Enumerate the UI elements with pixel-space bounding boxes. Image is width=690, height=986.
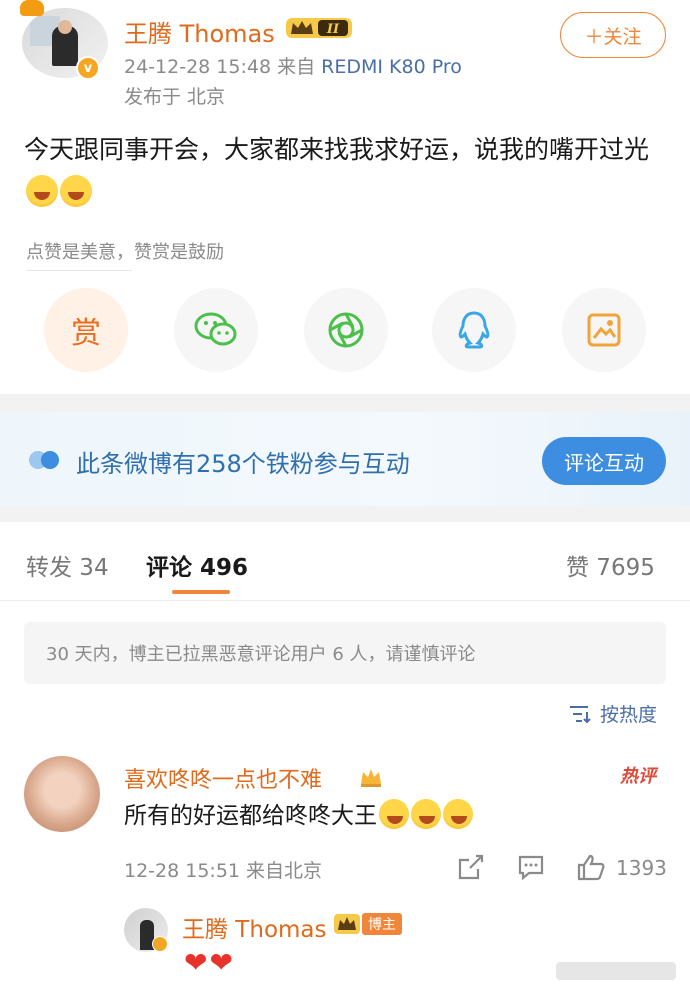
- tab-likes[interactable]: 赞 7695: [566, 548, 655, 582]
- heart-face-emoji-icon: [379, 799, 409, 829]
- commenter-avatar[interactable]: [24, 756, 100, 832]
- reply-text: ❤❤: [184, 946, 235, 979]
- save-image-button[interactable]: [562, 288, 646, 372]
- laugh-cry-emoji-icon: [26, 175, 58, 207]
- post-location: 发布于 北京: [124, 86, 226, 108]
- tab-repost[interactable]: 转发 34: [26, 548, 109, 582]
- blocked-users-notice: 30 天内，博主已拉黑恶意评论用户 6 人，请谨慎评论: [24, 622, 666, 684]
- follow-button[interactable]: ＋关注: [560, 12, 666, 58]
- member-crown-icon[interactable]: II: [286, 16, 352, 40]
- verified-badge-icon: v: [76, 56, 100, 80]
- moments-icon: [328, 312, 364, 348]
- post-date: 24-12-28 15:48: [124, 56, 272, 78]
- comment-meta: 12-28 15:51 来自北京: [124, 860, 323, 882]
- share-wechat-button[interactable]: [174, 288, 258, 372]
- comment-like-count: 1393: [616, 856, 667, 880]
- share-qq-button[interactable]: [432, 288, 516, 372]
- reply-comment-icon[interactable]: [516, 852, 546, 882]
- member-crown-icon: [334, 914, 360, 934]
- from-label: 来自: [277, 56, 316, 78]
- reply-author-name[interactable]: 王腾 Thomas: [182, 910, 327, 944]
- commenter-name[interactable]: 喜欢咚咚一点也不难: [124, 762, 322, 794]
- reward-hint: 点赞是美意，赞赏是鼓励: [26, 242, 224, 263]
- save-image-icon: [587, 313, 621, 347]
- post-text: 今天跟同事开会，大家都来找我求好运，说我的嘴开过光: [24, 135, 650, 164]
- tab-comments[interactable]: 评论 496: [146, 548, 248, 582]
- comment-text: 所有的好运都给咚咚大王: [124, 803, 377, 829]
- heart-face-emoji-icon: [411, 799, 441, 829]
- author-tag: 博主: [362, 913, 402, 935]
- svg-text:II: II: [326, 22, 340, 37]
- post-body: 今天跟同事开会，大家都来找我求好运，说我的嘴开过光: [24, 128, 670, 214]
- qq-icon: [458, 311, 490, 349]
- banner-text: 此条微博有258个铁粉参与互动: [76, 450, 410, 478]
- like-thumb-icon[interactable]: [576, 852, 606, 882]
- comment-body: 所有的好运都给咚咚大王: [124, 798, 473, 834]
- author-name[interactable]: 王腾 Thomas: [124, 14, 275, 49]
- member-crown-icon: [361, 769, 381, 787]
- heart-face-emoji-icon: [443, 799, 473, 829]
- share-moments-button[interactable]: [304, 288, 388, 372]
- active-tab-indicator: [172, 590, 230, 594]
- sort-by-heat-button[interactable]: 按热度: [568, 700, 657, 727]
- laugh-cry-emoji-icon: [60, 175, 92, 207]
- reward-button[interactable]: 赏: [44, 288, 128, 372]
- tab-divider: [0, 600, 690, 601]
- comment-interact-button[interactable]: 评论互动: [542, 437, 666, 485]
- tiger-decoration-icon: [20, 0, 44, 16]
- hint-divider: [26, 270, 132, 271]
- reward-icon: 赏: [71, 316, 101, 351]
- verified-badge-icon: [152, 936, 168, 952]
- sort-label: 按热度: [600, 704, 658, 726]
- fans-interaction-icon: [29, 451, 59, 469]
- hot-comment-tag: 热评: [620, 766, 656, 787]
- watermark: [556, 962, 676, 980]
- share-comment-icon[interactable]: [456, 852, 486, 882]
- post-meta: 24-12-28 15:48 来自 REDMI K80 Pro: [124, 52, 462, 79]
- device-link[interactable]: REDMI K80 Pro: [321, 56, 462, 78]
- sort-icon: [570, 705, 591, 723]
- section-gap: [0, 394, 690, 412]
- wechat-icon: [194, 312, 237, 346]
- section-gap: [0, 506, 690, 522]
